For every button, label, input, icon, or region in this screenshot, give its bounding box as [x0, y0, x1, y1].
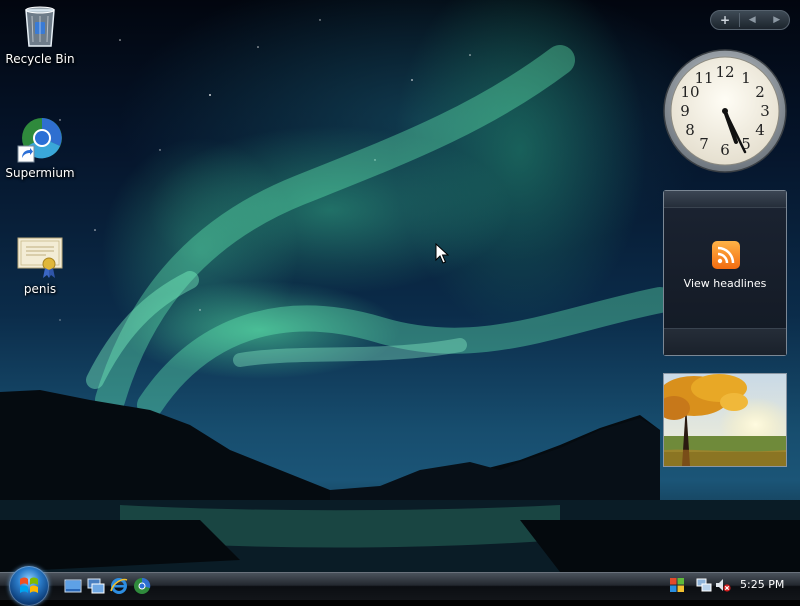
- clock-gadget[interactable]: 12 1 2 3 4 5 6 7 8 9 10 11: [662, 48, 788, 174]
- slideshow-photo: [658, 374, 786, 466]
- desktop-icon-label: Recycle Bin: [5, 52, 75, 66]
- clock-numeral: 5: [741, 135, 751, 153]
- internet-explorer-icon[interactable]: [110, 577, 128, 595]
- supermium-icon[interactable]: [133, 577, 151, 595]
- clock-numeral: 4: [755, 121, 765, 139]
- recycle-bin-icon: [16, 2, 64, 50]
- show-desktop-icon[interactable]: [64, 577, 82, 595]
- clock-numeral: 3: [760, 102, 770, 120]
- gadget-header: [664, 191, 786, 208]
- windows-logo-icon: [20, 577, 38, 593]
- rss-icon[interactable]: [712, 241, 740, 269]
- desktop-icon-label: Supermium: [5, 166, 75, 180]
- taskbar-clock[interactable]: 5:25 PM: [740, 578, 784, 591]
- windows-update-shield-icon[interactable]: [669, 577, 685, 593]
- clock-numeral: 8: [685, 121, 695, 139]
- volume-muted-icon[interactable]: [715, 577, 731, 593]
- certificate-file-icon: [16, 232, 64, 280]
- clock-numeral: 11: [694, 69, 713, 87]
- desktop-icon-label: penis: [23, 282, 57, 296]
- switch-windows-icon[interactable]: [87, 577, 105, 595]
- feed-headlines-gadget[interactable]: View headlines: [663, 190, 787, 356]
- start-button[interactable]: [9, 566, 49, 606]
- view-headlines-link[interactable]: View headlines: [664, 277, 786, 290]
- add-gadget-button[interactable]: +: [711, 13, 740, 27]
- next-page-button[interactable]: ▶: [765, 15, 790, 25]
- slideshow-gadget[interactable]: [658, 373, 787, 467]
- clock-numeral: 12: [715, 63, 734, 81]
- clock-numeral: 6: [720, 141, 730, 159]
- clock-numeral: 1: [741, 69, 751, 87]
- desktop-icon-supermium[interactable]: Supermium: [0, 116, 80, 180]
- mouse-cursor-icon: [435, 243, 449, 264]
- clock-numeral: 9: [680, 102, 690, 120]
- network-icon[interactable]: [696, 577, 712, 593]
- clock-numeral: 2: [755, 83, 765, 101]
- desktop-icon-penis[interactable]: penis: [0, 232, 80, 296]
- previous-page-button[interactable]: ◀: [740, 15, 765, 25]
- clock-numeral: 7: [699, 135, 709, 153]
- supermium-browser-icon: [16, 116, 64, 164]
- sidebar-controls: + ◀ ▶: [710, 10, 790, 30]
- desktop-icon-recycle-bin[interactable]: Recycle Bin: [0, 2, 80, 66]
- gadget-footer: [664, 328, 786, 355]
